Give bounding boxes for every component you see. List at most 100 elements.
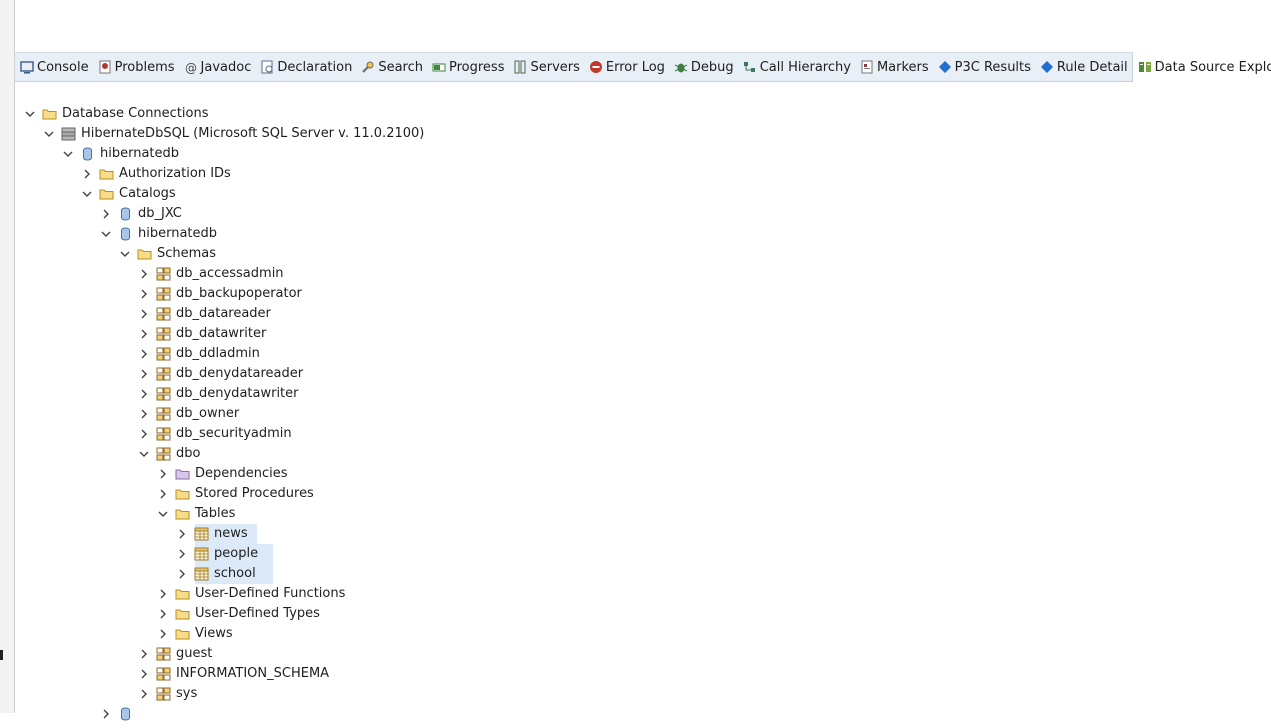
tab-label: Call Hierarchy [759, 59, 851, 75]
tree-item-label: db_datawriter [176, 326, 267, 341]
tree-item-hibernatedb[interactable]: hibernatedb [16, 224, 1271, 244]
declaration-icon [260, 60, 274, 74]
tab-p3c-results[interactable]: P3C Results [933, 53, 1035, 81]
chevron-right-icon[interactable] [138, 348, 150, 360]
chevron-right-icon[interactable] [81, 168, 93, 180]
tab-rule-detail[interactable]: Rule Detail [1035, 53, 1132, 81]
tree-item-db-datawriter[interactable]: db_datawriter [16, 324, 1271, 344]
chevron-right-icon[interactable] [138, 648, 150, 660]
tree-item-dbo[interactable]: dbo [16, 444, 1271, 464]
tree-item-db-jxc[interactable]: db_JXC [16, 204, 1271, 224]
tree-item-dependencies[interactable]: Dependencies [16, 464, 1271, 484]
tree-item-authorization-ids[interactable]: Authorization IDs [16, 164, 1271, 184]
chevron-right-icon[interactable] [157, 488, 169, 500]
tab-problems[interactable]: Problems [93, 53, 179, 81]
tree-item-label: db_accessadmin [176, 266, 284, 281]
tab-data-source-explorer[interactable]: Data Source Explorer☒ [1131, 52, 1271, 82]
folder-icon [137, 247, 152, 261]
chevron-right-icon[interactable] [100, 208, 112, 220]
chevron-down-icon[interactable] [100, 228, 112, 240]
tree-item-label: news [214, 526, 248, 541]
chevron-right-icon[interactable] [176, 548, 188, 560]
chevron-right-icon[interactable] [138, 388, 150, 400]
tree-item-label: INFORMATION_SCHEMA [176, 666, 330, 681]
schema-icon [156, 347, 171, 361]
tab-declaration[interactable]: Declaration [255, 53, 356, 81]
tree-item-db-owner[interactable]: db_owner [16, 404, 1271, 424]
chevron-right-icon[interactable] [138, 428, 150, 440]
tree-item-news[interactable]: news [16, 524, 1271, 544]
tree-item-views[interactable]: Views [16, 624, 1271, 644]
tab-search[interactable]: Search [356, 53, 427, 81]
chevron-right-icon[interactable] [176, 528, 188, 540]
chevron-right-icon[interactable] [138, 288, 150, 300]
svg-text:@: @ [185, 61, 197, 74]
tree-item-hibernatedb[interactable]: hibernatedb [16, 144, 1271, 164]
chevron-down-icon[interactable] [62, 148, 74, 160]
chevron-down-icon[interactable] [24, 108, 36, 120]
tab-console[interactable]: Console [15, 53, 93, 81]
tree-item-label: school [214, 566, 256, 581]
folder-icon [175, 607, 190, 621]
chevron-right-icon[interactable] [157, 588, 169, 600]
servers-icon [513, 60, 527, 74]
tab-servers[interactable]: Servers [508, 53, 583, 81]
tree-item-sys[interactable]: sys [16, 684, 1271, 704]
chevron-right-icon[interactable] [157, 468, 169, 480]
tree-item-db-accessadmin[interactable]: db_accessadmin [16, 264, 1271, 284]
folder-icon [42, 107, 57, 121]
chevron-right-icon[interactable] [138, 668, 150, 680]
problems-icon [98, 60, 112, 74]
chevron-right-icon[interactable] [138, 408, 150, 420]
tree-item-db-securityadmin[interactable]: db_securityadmin [16, 424, 1271, 444]
chevron-right-icon[interactable] [138, 308, 150, 320]
tree-item-information-schema[interactable]: INFORMATION_SCHEMA [16, 664, 1271, 684]
tree-item-school[interactable]: school [16, 564, 1271, 584]
chevron-down-icon[interactable] [157, 508, 169, 520]
table-icon [194, 567, 209, 581]
tree-item-database-connections[interactable]: Database Connections [16, 104, 1271, 124]
schema-icon [156, 287, 171, 301]
chevron-right-icon[interactable] [157, 628, 169, 640]
tree-item-node[interactable] [16, 704, 1271, 724]
tab-debug[interactable]: Debug [669, 53, 738, 81]
tree-item-catalogs[interactable]: Catalogs [16, 184, 1271, 204]
chevron-right-icon[interactable] [138, 368, 150, 380]
tree-item-schemas[interactable]: Schemas [16, 244, 1271, 264]
schema-icon [156, 407, 171, 421]
tree-item-db-datareader[interactable]: db_datareader [16, 304, 1271, 324]
tree-item-guest[interactable]: guest [16, 644, 1271, 664]
tab-error-log[interactable]: Error Log [584, 53, 669, 81]
chevron-right-icon[interactable] [100, 708, 112, 720]
tree-item-tables[interactable]: Tables [16, 504, 1271, 524]
chevron-right-icon[interactable] [138, 688, 150, 700]
debug-icon [674, 60, 688, 74]
tab-label: Console [37, 59, 89, 75]
javadoc-icon: @ [184, 60, 198, 74]
tree-item-db-denydatawriter[interactable]: db_denydatawriter [16, 384, 1271, 404]
tree-item-db-ddladmin[interactable]: db_ddladmin [16, 344, 1271, 364]
tree-item-hibernatedbsql-microsoft-sql-server-v-11-0-2100-[interactable]: HibernateDbSQL (Microsoft SQL Server v. … [16, 124, 1271, 144]
chevron-down-icon[interactable] [119, 248, 131, 260]
chevron-down-icon[interactable] [43, 128, 55, 140]
chevron-right-icon[interactable] [176, 568, 188, 580]
tree-item-db-backupoperator[interactable]: db_backupoperator [16, 284, 1271, 304]
chevron-right-icon[interactable] [138, 328, 150, 340]
chevron-down-icon[interactable] [138, 448, 150, 460]
tab-javadoc[interactable]: @ Javadoc [179, 53, 256, 81]
chevron-right-icon[interactable] [138, 268, 150, 280]
tab-call-hierarchy[interactable]: Call Hierarchy [738, 53, 855, 81]
tree-item-db-denydatareader[interactable]: db_denydatareader [16, 364, 1271, 384]
tree-item-stored-procedures[interactable]: Stored Procedures [16, 484, 1271, 504]
tree-item-label: Views [195, 626, 233, 641]
chevron-right-icon[interactable] [157, 608, 169, 620]
tree-item-people[interactable]: people [16, 544, 1271, 564]
tab-progress[interactable]: Progress [427, 53, 508, 81]
tree-item-label: Dependencies [195, 466, 288, 481]
chevron-down-icon[interactable] [81, 188, 93, 200]
tree-item-user-defined-functions[interactable]: User-Defined Functions [16, 584, 1271, 604]
tree-item-label: db_owner [176, 406, 240, 421]
tree-item-user-defined-types[interactable]: User-Defined Types [16, 604, 1271, 624]
tab-label: Error Log [605, 59, 665, 75]
tab-markers[interactable]: Markers [855, 53, 933, 81]
